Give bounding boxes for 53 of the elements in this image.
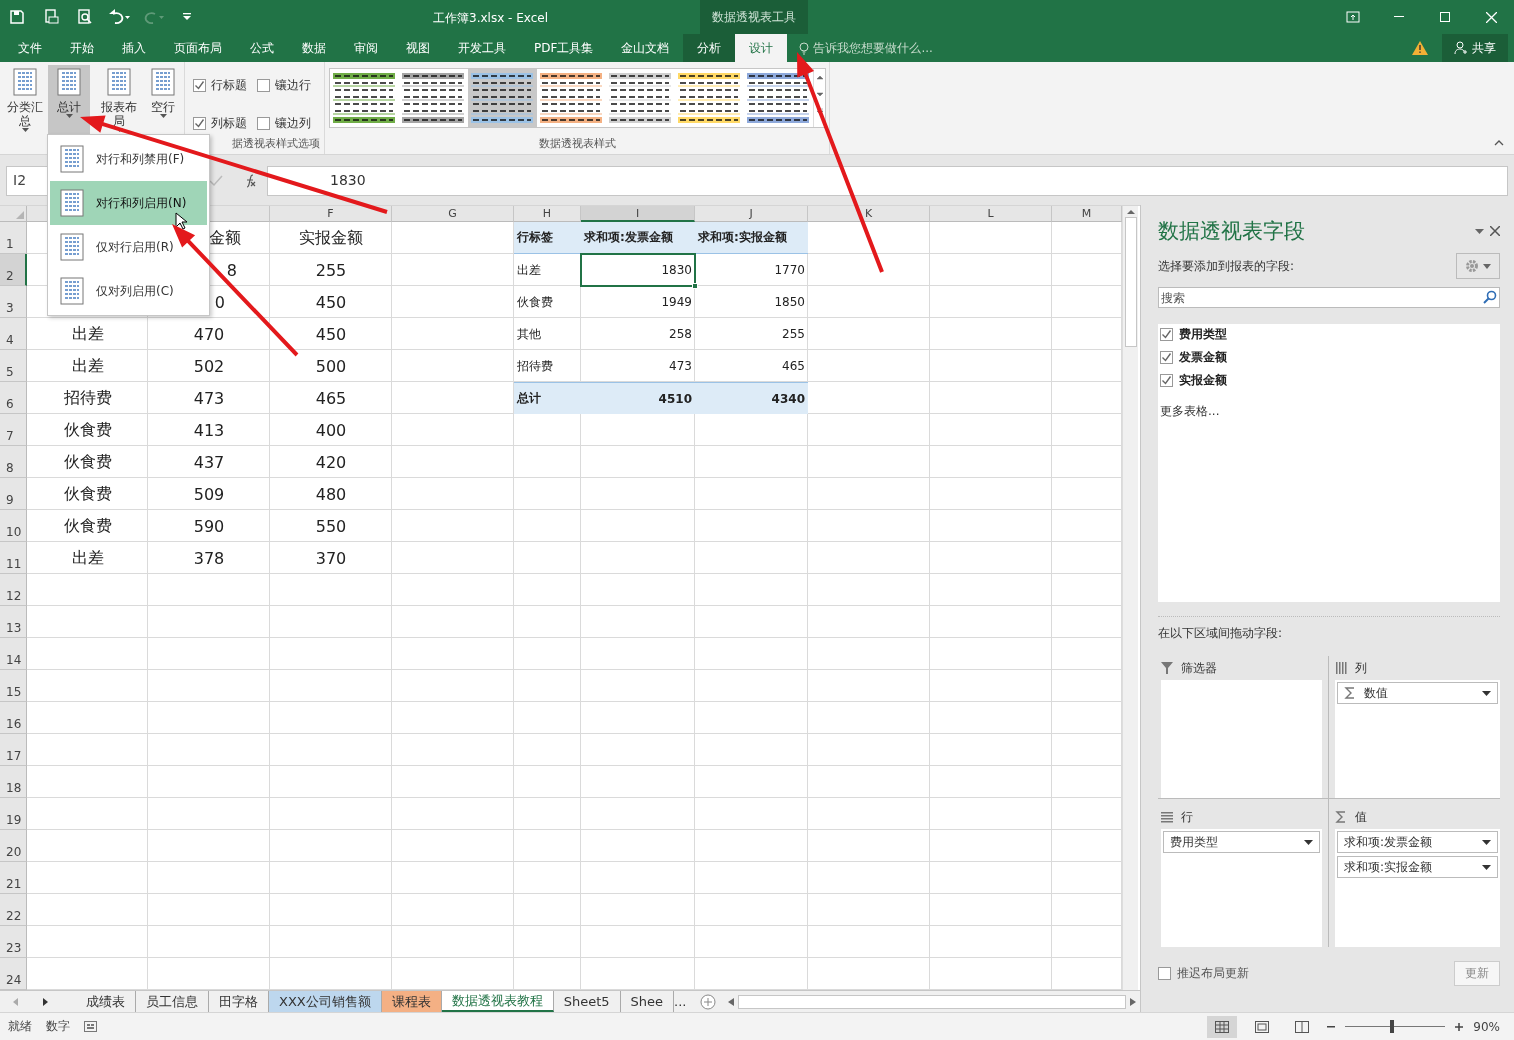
- status-num: 数字: [46, 1018, 70, 1035]
- table-cell-text: 伙食费: [62, 482, 113, 505]
- pane-title: 数据透视表字段: [1158, 218, 1305, 245]
- area-label: 值: [1355, 808, 1367, 826]
- table-cell: 4340: [695, 382, 808, 414]
- table-cell-text: 出差: [516, 261, 542, 279]
- area-label: 列: [1355, 659, 1367, 677]
- table-cell-text: 400: [314, 419, 348, 442]
- table-cell-text: 509: [192, 483, 226, 506]
- area-label: 行: [1181, 808, 1193, 826]
- table-cell-text: 465: [314, 387, 348, 410]
- table-header: 求和项:发票金额: [581, 222, 695, 254]
- table-cell-text: 实报金额: [298, 226, 364, 249]
- table-cell-text: 8: [225, 260, 238, 280]
- area-label: 筛选器: [1181, 659, 1217, 677]
- table-cell: 4510: [581, 382, 695, 414]
- context-title: 数据透视表工具: [700, 0, 808, 34]
- table-cell-text: 伙食费: [62, 514, 113, 537]
- table-cell-text: 500: [314, 355, 348, 378]
- table-cell-text: 480: [314, 483, 348, 506]
- table-cell-text: 470: [192, 323, 226, 346]
- table-cell-text: 590: [192, 515, 226, 538]
- table-cell-text: 伙食费: [62, 450, 113, 473]
- table-cell-text: 473: [192, 387, 226, 410]
- table-cell-text: 招待费: [516, 357, 554, 375]
- table-header: 求和项:实报金额: [695, 222, 808, 254]
- table-cell-text: 出差: [70, 546, 105, 569]
- table-header: 行标签: [514, 222, 581, 254]
- table-cell-text: 413: [192, 419, 226, 442]
- table-cell-text: 420: [314, 451, 348, 474]
- table-cell-text: 450: [314, 323, 348, 346]
- table-cell-text: 378: [192, 547, 226, 570]
- table-cell-text: 出差: [70, 322, 105, 345]
- table-cell-text: 出差: [70, 354, 105, 377]
- table-cell-text: 伙食费: [516, 293, 554, 311]
- table-cell-text: 450: [314, 291, 348, 314]
- status-mode: 就绪: [8, 1018, 32, 1035]
- pane-subtitle: 选择要添加到报表的字段:: [1158, 257, 1295, 275]
- table-cell-text: 金额: [208, 227, 242, 249]
- drag-hint: 在以下区域间拖动字段:: [1158, 616, 1500, 642]
- table-cell-text: 550: [314, 515, 348, 538]
- table-cell-text: 370: [314, 547, 348, 570]
- table-cell-text: 437: [192, 451, 226, 474]
- table-cell-text: 其他: [516, 325, 542, 343]
- table-cell-text: 502: [192, 355, 226, 378]
- table-cell-text: 伙食费: [62, 418, 113, 441]
- table-cell-text: 255: [314, 259, 348, 282]
- group-label: 数据透视表样式: [538, 136, 616, 152]
- group-label: 据透视表样式选项: [231, 136, 320, 152]
- table-cell-text: 0: [213, 292, 226, 312]
- window-title: 工作簿3.xlsx - Excel: [433, 10, 548, 27]
- table-cell-text: 招待费: [62, 386, 113, 409]
- table-cell: 总计: [514, 382, 581, 414]
